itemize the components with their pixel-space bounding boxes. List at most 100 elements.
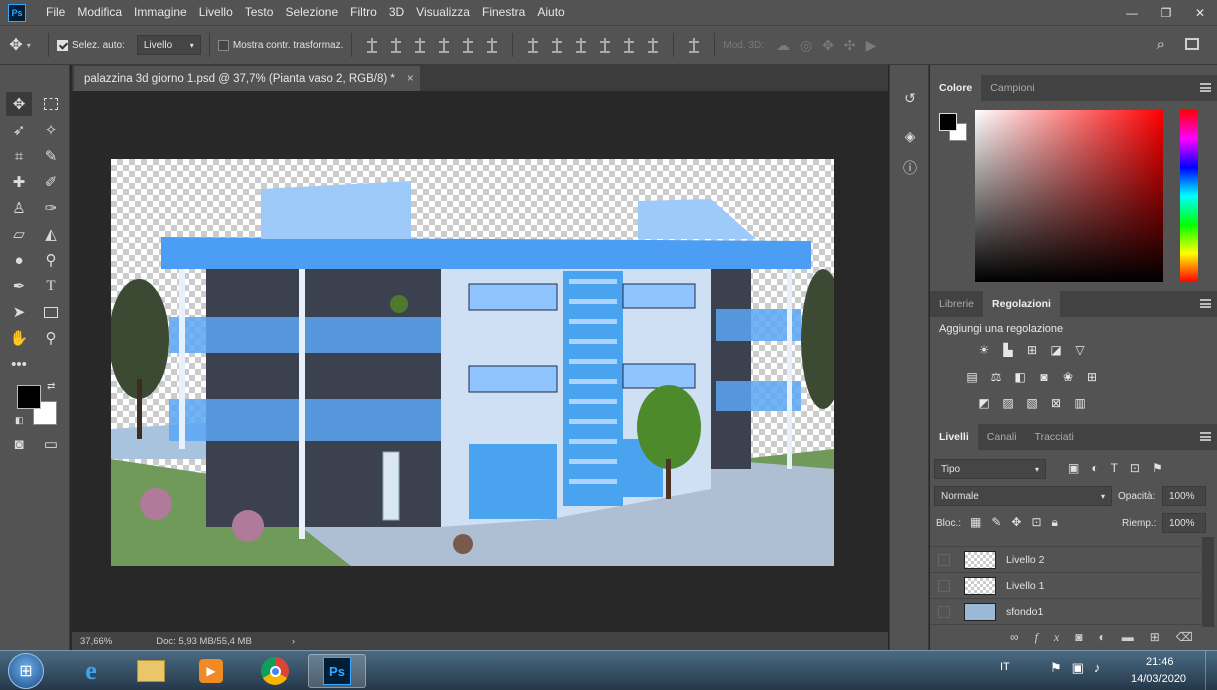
tab-tracciati[interactable]: Tracciati [1026,424,1083,450]
history-icon[interactable]: ↺ [898,87,922,109]
align-bottom-icon[interactable] [414,38,426,53]
menu-3d[interactable]: 3D [383,0,410,25]
close-icon[interactable]: × [407,73,414,85]
visibility-toggle[interactable] [938,553,950,566]
menu-finestra[interactable]: Finestra [476,0,531,25]
close-button[interactable]: ✕ [1183,0,1217,25]
lasso-tool-icon[interactable]: ➶ [6,118,32,142]
menu-selezione[interactable]: Selezione [279,0,344,25]
auto-align-icon[interactable] [688,38,700,53]
visibility-toggle[interactable] [938,579,950,592]
color-field[interactable] [975,110,1163,282]
tab-regolazioni[interactable]: Regolazioni [983,291,1060,317]
workspace-icon[interactable] [1185,38,1199,50]
color-balance-icon[interactable]: ⚖ [988,370,1004,384]
tab-colore[interactable]: Colore [930,75,982,101]
magic-wand-tool-icon[interactable]: ✧ [38,118,64,142]
start-orb-icon[interactable]: ⊞ [8,653,44,689]
zoom-tool-icon[interactable]: ⚲ [38,326,64,350]
rectangle-tool-icon[interactable] [38,300,64,324]
align-left-icon[interactable] [438,38,450,53]
invert-icon[interactable]: ◩ [976,396,992,410]
menu-testo[interactable]: Testo [239,0,280,25]
brightness-icon[interactable]: ☀ [976,343,992,357]
eyedropper-tool-icon[interactable]: ✎ [38,144,64,168]
hue-saturation-icon[interactable]: ▤ [964,370,980,384]
default-colors-icon[interactable]: ◧ [15,415,24,426]
menu-filtro[interactable]: Filtro [344,0,383,25]
menu-modifica[interactable]: Modifica [71,0,128,25]
crop-tool-icon[interactable]: ⌗ [6,144,32,168]
minimize-button[interactable]: — [1115,0,1149,25]
layer-row[interactable]: Livello 1 [930,573,1201,599]
layer-filter-dropdown[interactable]: Tipo ▾ [934,459,1046,479]
restore-button[interactable]: ❐ [1149,0,1183,25]
internet-explorer-icon[interactable]: e [62,654,120,688]
fill-field[interactable]: 100% [1162,513,1206,533]
link-layers-icon[interactable]: ∞ [1010,630,1035,644]
distribute-hcenter-icon[interactable] [623,38,635,53]
clock-time[interactable]: 21:46 [1146,656,1174,668]
align-top-icon[interactable] [366,38,378,53]
channel-mixer-icon[interactable]: ❀ [1060,370,1076,384]
vibrance-icon[interactable]: ▽ [1072,343,1088,357]
tab-librerie[interactable]: Librerie [930,291,983,317]
3d-panel-icon[interactable]: ◈ [898,125,922,147]
layer-row[interactable]: sfondo1 [930,599,1201,625]
distribute-top-icon[interactable] [527,38,539,53]
new-layer-icon[interactable]: ⊞ [1150,630,1176,644]
layers-scrollbar[interactable] [1202,537,1214,627]
dodge-tool-icon[interactable]: ⚲ [38,248,64,272]
paint-bucket-tool-icon[interactable]: ◭ [38,222,64,246]
chrome-icon[interactable] [246,654,304,688]
new-group-icon[interactable]: ▬ [1122,630,1150,644]
posterize-icon[interactable]: ▨ [1000,396,1016,410]
gradient-map-icon[interactable]: ▥ [1072,396,1088,410]
panel-menu-icon[interactable] [1200,299,1211,308]
photo-filter-icon[interactable]: ◙ [1036,370,1052,384]
exposure-icon[interactable]: ◪ [1048,343,1064,357]
layer-filter-icons[interactable]: ▣◐T⊡⚑ [1068,461,1175,475]
distribute-right-icon[interactable] [647,38,659,53]
type-tool-icon[interactable]: T [38,274,64,298]
distribute-left-icon[interactable] [599,38,611,53]
brush-tool-icon[interactable]: ✐ [38,170,64,194]
color-lookup-icon[interactable]: ⊞ [1084,370,1100,384]
document-tab[interactable]: palazzina 3d giorno 1.psd @ 37,7% (Piant… [74,66,420,91]
clock-date[interactable]: 14/03/2020 [1131,673,1186,685]
media-player-icon[interactable]: ▶ [182,654,240,688]
hand-tool-icon[interactable]: ✋ [6,326,32,350]
distribute-bottom-icon[interactable] [575,38,587,53]
tool-preset-picker[interactable]: ✥ ▾ [0,35,40,55]
distribute-vcenter-icon[interactable] [551,38,563,53]
eraser-tool-icon[interactable]: ▱ [6,222,32,246]
color-foreground-swatch[interactable] [939,113,957,131]
align-hcenter-icon[interactable] [462,38,474,53]
visibility-toggle[interactable] [938,605,950,618]
blend-mode-dropdown[interactable]: Normale ▾ [934,486,1112,506]
menu-aiuto[interactable]: Aiuto [531,0,570,25]
file-explorer-icon[interactable] [122,654,180,688]
search-icon[interactable]: ⌕ [1157,36,1165,53]
opacity-field[interactable]: 100% [1162,486,1206,506]
tab-canali[interactable]: Canali [978,424,1026,450]
more-tools-icon[interactable]: ••• [6,352,32,376]
panel-menu-icon[interactable] [1200,432,1211,441]
zoom-level[interactable]: 37,66% [80,636,112,647]
selective-color-icon[interactable]: ⊠ [1048,396,1064,410]
pen-tool-icon[interactable]: ✒ [6,274,32,298]
adjustment-layer-icon[interactable]: ◐ [1098,630,1121,644]
delete-layer-icon[interactable]: ⌫ [1176,630,1209,644]
tray-icons[interactable]: ⚑▣♪ [1050,660,1110,676]
add-mask-icon[interactable]: ◙ [1075,630,1098,644]
lock-icons[interactable]: ▦✎✥⊡🔒︎ [970,515,1068,530]
curves-icon[interactable]: ⊞ [1024,343,1040,357]
menu-file[interactable]: File [40,0,71,25]
threshold-icon[interactable]: ▧ [1024,396,1040,410]
blur-tool-icon[interactable]: ● [6,248,32,272]
auto-select-checkbox[interactable] [57,39,68,51]
status-menu-arrow[interactable]: › [292,636,295,647]
fx-icon[interactable]: fx [1035,630,1076,645]
history-brush-tool-icon[interactable]: ✑ [38,196,64,220]
photoshop-taskbar-icon[interactable]: Ps [308,654,366,688]
